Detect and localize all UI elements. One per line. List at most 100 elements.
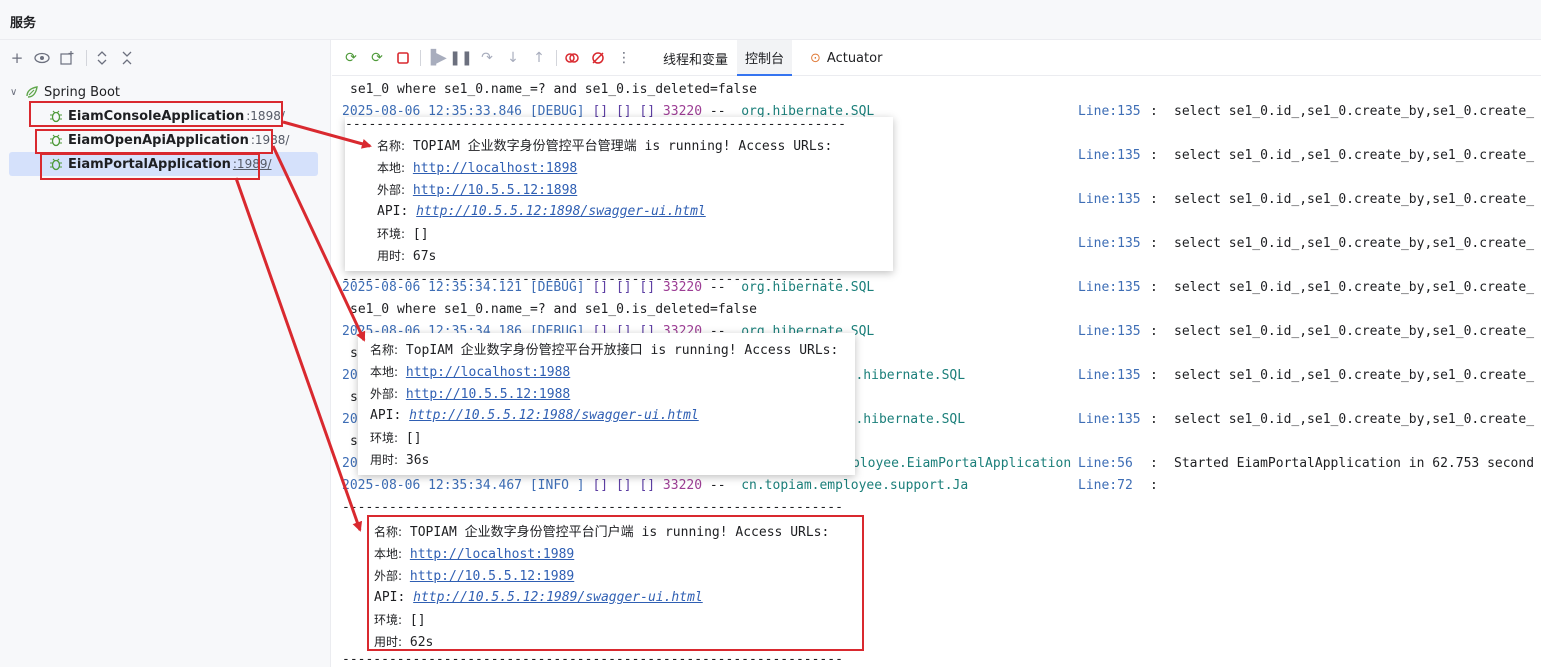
actuator-icon: ⊙ <box>810 50 821 66</box>
external-url-link[interactable]: http://10.5.5.12:1898 <box>413 183 577 198</box>
new-config-icon[interactable] <box>58 49 76 67</box>
expand-all-icon[interactable] <box>93 49 111 67</box>
highlight-openapi-app <box>35 129 273 154</box>
tab-actuator-label: Actuator <box>826 50 883 66</box>
local-url-link[interactable]: http://localhost:1988 <box>406 365 570 380</box>
step-into-icon[interactable]: ↓ <box>504 49 522 67</box>
pause-icon[interactable]: ❚❚ <box>449 49 472 67</box>
console-message: select se1_0.id_,se1_0.create_by,se1_0.c… <box>1174 280 1535 295</box>
popup-line-api: API: http://10.5.5.12:1989/swagger-ui.ht… <box>374 590 703 605</box>
console-line-number: Line:135 <box>1078 236 1141 251</box>
toolbar-separator <box>420 50 421 66</box>
tab-threads-variables[interactable]: 线程和变量 <box>655 40 736 76</box>
popup-line-external: 外部: http://10.5.5.12:1898 <box>377 183 578 198</box>
rerun-debug-icon[interactable]: ⟳ <box>368 49 386 67</box>
toolbar-separator <box>556 50 557 66</box>
popup-line-name: 名称: TOPIAM 企业数字身份管控平台门户端 is running! Acc… <box>374 525 830 540</box>
console-line-number: Line:72 <box>1078 478 1133 493</box>
local-url-link[interactable]: http://localhost:1898 <box>413 161 577 176</box>
console-colon: : <box>1150 324 1158 339</box>
console-line: se1_0 where se1_0.name_=? and se1_0.is_d… <box>350 302 757 317</box>
console-line-number: Line:135 <box>1078 192 1141 207</box>
resume-icon[interactable]: ▐▶ <box>425 49 447 67</box>
tree-group-spring-boot[interactable]: ∨ Spring Boot <box>10 81 120 103</box>
external-url-link[interactable]: http://10.5.5.12:1988 <box>406 387 570 402</box>
console-separator: ----------------------------------------… <box>342 272 843 287</box>
collapse-all-icon[interactable] <box>118 49 136 67</box>
popup-line-name: 名称: TOPIAM 企业数字身份管控平台管理端 is running! Acc… <box>377 139 833 154</box>
tree-group-label: Spring Boot <box>44 84 121 100</box>
console-line: s <box>350 434 358 449</box>
console-message: select se1_0.id_,se1_0.create_by,se1_0.c… <box>1174 412 1535 427</box>
popup-line-env: 环境: [] <box>374 613 426 628</box>
toolbar-separator <box>86 50 87 66</box>
popup-line-local: 本地: http://localhost:1988 <box>370 365 571 380</box>
console-message: select se1_0.id_,se1_0.create_by,se1_0.c… <box>1174 104 1535 119</box>
console-line: 2025-08-06 12:35:34.467 [INFO ] [] [] []… <box>342 478 969 493</box>
mute-breakpoints-icon[interactable] <box>589 49 607 67</box>
console-line: 20 <box>342 456 358 471</box>
console-message: select se1_0.id_,se1_0.create_by,se1_0.c… <box>1174 148 1535 163</box>
rerun-icon[interactable]: ⟳ <box>342 49 360 67</box>
popup-line-local: 本地: http://localhost:1898 <box>377 161 578 176</box>
startup-info-console-app: ----------------------------------------… <box>345 117 893 271</box>
popup-line-api: API: http://10.5.5.12:1988/swagger-ui.ht… <box>370 408 699 423</box>
console-message: select se1_0.id_,se1_0.create_by,se1_0.c… <box>1174 236 1535 251</box>
spring-boot-icon <box>24 84 40 100</box>
view-breakpoints-icon[interactable] <box>563 49 581 67</box>
console-colon: : <box>1150 236 1158 251</box>
console-message: select se1_0.id_,se1_0.create_by,se1_0.c… <box>1174 324 1535 339</box>
console-colon: : <box>1150 104 1158 119</box>
popup-line-name: 名称: TopIAM 企业数字身份管控平台开放接口 is running! Ac… <box>370 343 839 358</box>
tab-console[interactable]: 控制台 <box>737 40 793 76</box>
console-line-number: Line:135 <box>1078 148 1141 163</box>
console-colon: : <box>1150 412 1158 427</box>
console-line-number: Line:135 <box>1078 412 1141 427</box>
tab-actuator[interactable]: ⊙ Actuator <box>802 40 890 76</box>
console-message: Started EiamPortalApplication in 62.753 … <box>1174 456 1535 471</box>
console-line-number: Line:135 <box>1078 368 1141 383</box>
console-line: se1_0 where se1_0.name_=? and se1_0.is_d… <box>350 82 757 97</box>
title-bar: 服务 <box>0 0 1541 40</box>
console-colon: : <box>1150 192 1158 207</box>
services-toolbar: + <box>0 40 331 76</box>
eye-icon[interactable] <box>33 49 51 67</box>
console-colon: : <box>1150 368 1158 383</box>
popup-line-time: 用时: 62s <box>374 635 434 650</box>
startup-info-portal-app: 名称: TOPIAM 企业数字身份管控平台门户端 is running! Acc… <box>367 515 864 651</box>
local-url-link[interactable]: http://localhost:1989 <box>410 547 574 562</box>
popup-line-api: API: http://10.5.5.12:1898/swagger-ui.ht… <box>377 204 706 219</box>
console-logger: ployee.EiamPortalApplication <box>852 456 1072 471</box>
popup-line-time: 用时: 36s <box>370 453 430 468</box>
console-colon: : <box>1150 280 1158 295</box>
console-line: s <box>350 390 358 405</box>
console-colon: : <box>1150 456 1158 471</box>
popup-line-local: 本地: http://localhost:1989 <box>374 547 575 562</box>
window-title: 服务 <box>10 16 37 31</box>
popup-line-external: 外部: http://10.5.5.12:1988 <box>370 387 571 402</box>
more-options-icon[interactable]: ⋮ <box>615 49 633 67</box>
console-message: select se1_0.id_,se1_0.create_by,se1_0.c… <box>1174 368 1535 383</box>
popup-line-external: 外部: http://10.5.5.12:1989 <box>374 569 575 584</box>
api-url-link[interactable]: http://10.5.5.12:1988/swagger-ui.html <box>409 408 699 423</box>
chevron-down-icon[interactable]: ∨ <box>10 87 24 98</box>
highlight-portal-app <box>40 153 260 180</box>
step-over-icon[interactable]: ↷ <box>478 49 496 67</box>
console-line-number: Line:135 <box>1078 104 1141 119</box>
popup-line-time: 用时: 67s <box>377 249 437 264</box>
stop-icon[interactable] <box>394 49 412 67</box>
console-colon: : <box>1150 148 1158 163</box>
api-url-link[interactable]: http://10.5.5.12:1898/swagger-ui.html <box>416 204 706 219</box>
startup-info-openapi-app: 名称: TopIAM 企业数字身份管控平台开放接口 is running! Ac… <box>358 333 855 475</box>
popup-line-env: 环境: [] <box>370 431 422 446</box>
external-url-link[interactable]: http://10.5.5.12:1989 <box>410 569 574 584</box>
console-line-number: Line:135 <box>1078 280 1141 295</box>
console-toolbar: ⟳ ⟳ ▐▶ ❚❚ ↷ ↓ ↑ ⋮ 线程和变量 控制台 ⊙ Actuator <box>332 40 1541 76</box>
console-line: s <box>350 346 358 361</box>
console-line-number: Line:135 <box>1078 324 1141 339</box>
step-out-icon[interactable]: ↑ <box>530 49 548 67</box>
api-url-link[interactable]: http://10.5.5.12:1989/swagger-ui.html <box>413 590 703 605</box>
highlight-console-app <box>29 101 283 127</box>
add-icon[interactable]: + <box>8 49 26 67</box>
console-line-number: Line:56 <box>1078 456 1133 471</box>
